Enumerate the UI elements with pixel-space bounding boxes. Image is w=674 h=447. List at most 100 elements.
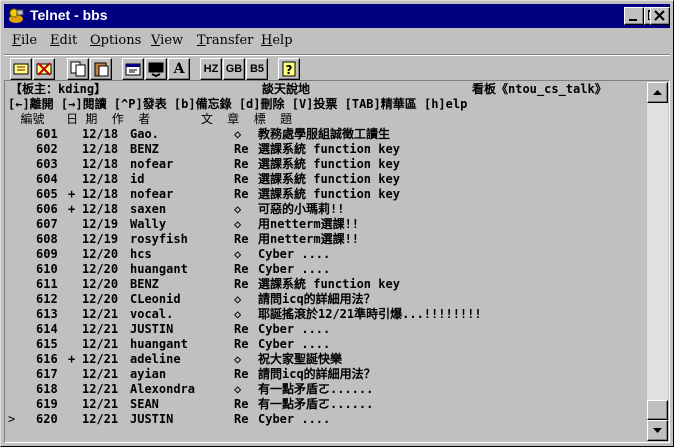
post-title: Cyber .... — [258, 412, 331, 426]
post-number: 603 — [36, 157, 58, 171]
post-row[interactable]: 614 12/21 JUSTIN Re Cyber .... — [6, 322, 646, 337]
scroll-thumb[interactable] — [647, 400, 668, 420]
post-type: Re — [234, 172, 249, 186]
post-row[interactable]: 611 12/20 BENZ Re 選課系統 function key — [6, 277, 646, 292]
post-author: BENZ — [130, 277, 159, 291]
font-button[interactable]: A — [168, 58, 190, 80]
post-row[interactable]: 605 +12/18 nofear Re 選課系統 function key — [6, 187, 646, 202]
title-bar[interactable]: Telnet - bbs — [4, 4, 670, 28]
post-row[interactable]: 607 12/19 Wally ◇ 用netterm選課!! — [6, 217, 646, 232]
connect-button[interactable] — [10, 58, 32, 80]
post-row[interactable]: 603 12/18 nofear Re 選課系統 function key — [6, 157, 646, 172]
post-number: 612 — [36, 292, 58, 306]
post-date: 12/19 — [82, 217, 119, 231]
post-author: JUSTIN — [130, 322, 174, 336]
post-mark — [68, 172, 75, 187]
post-row[interactable]: 602 12/18 BENZ Re 選課系統 function key — [6, 142, 646, 157]
menu-edit[interactable]: Edit — [50, 33, 77, 48]
paste-button[interactable] — [90, 58, 112, 80]
terminal-screen[interactable]: 【板主：kding】 談天說地 看板《ntou_cs_talk》 [←]離開 [… — [6, 82, 646, 441]
encoding-gb-button[interactable]: GB — [223, 58, 245, 80]
telnet-app-icon[interactable] — [7, 7, 25, 25]
scroll-up-button[interactable] — [647, 82, 668, 103]
post-number: 601 — [36, 127, 58, 141]
post-mark — [68, 157, 75, 172]
post-row[interactable]: 618 12/21 Alexondra ◇ 有一點矛盾ㄛ...... — [6, 382, 646, 397]
post-author: saxen — [130, 202, 167, 216]
menu-view[interactable]: View — [151, 33, 183, 48]
post-row[interactable]: 612 12/20 CLeonid ◇ 請問icq的詳細用法？ — [6, 292, 646, 307]
post-date: 12/18 — [82, 142, 119, 156]
post-type: Re — [234, 187, 249, 201]
post-number: 605 — [36, 187, 58, 201]
post-mark — [68, 322, 75, 337]
vertical-scrollbar[interactable] — [647, 82, 668, 441]
post-row[interactable]: 616 +12/21 adeline ◇ 祝大家聖誕快樂 — [6, 352, 646, 367]
menu-options[interactable]: Options — [90, 33, 141, 48]
post-title: Cyber .... — [258, 247, 331, 261]
copy-button[interactable] — [67, 58, 89, 80]
post-type: Re — [234, 337, 249, 351]
post-mark — [68, 262, 75, 277]
paste-icon — [94, 62, 109, 77]
post-author: nofear — [130, 157, 174, 171]
close-button[interactable] — [650, 7, 670, 25]
post-date: 12/18 — [82, 157, 119, 171]
post-number: 609 — [36, 247, 58, 261]
post-type: ◇ — [234, 202, 242, 216]
post-title: 請問icq的詳細用法？ — [258, 367, 376, 381]
menu-help[interactable]: Help — [261, 33, 293, 48]
post-row[interactable]: 608 12/19 rosyfish Re 用netterm選課!! — [6, 232, 646, 247]
properties-button[interactable] — [122, 58, 144, 80]
post-row[interactable]: 617 12/21 ayian Re 請問icq的詳細用法？ — [6, 367, 646, 382]
encoding-gb-label: GB — [225, 63, 243, 75]
post-number: 608 — [36, 232, 58, 246]
terminal-settings-icon — [148, 62, 164, 78]
post-title: 耶誕搖滾於12/21準時引爆...!!!!!!!! — [258, 307, 482, 321]
post-row[interactable]: >620 12/21 JUSTIN Re Cyber .... — [6, 412, 646, 427]
minimize-button[interactable] — [624, 7, 644, 25]
post-type: Re — [234, 142, 249, 156]
post-row[interactable]: 609 12/20 hcs ◇ Cyber .... — [6, 247, 646, 262]
scroll-down-button[interactable] — [647, 420, 668, 441]
menu-transfer[interactable]: Transfer — [197, 33, 253, 48]
encoding-hz-button[interactable]: HZ — [200, 58, 222, 80]
menu-file[interactable]: File — [12, 33, 37, 48]
post-title: Cyber .... — [258, 262, 331, 276]
post-title: 請問icq的詳細用法？ — [258, 292, 376, 306]
post-author: SEAN — [130, 397, 159, 411]
post-mark — [68, 277, 75, 292]
post-row[interactable]: 615 12/21 huangant Re Cyber .... — [6, 337, 646, 352]
copy-icon — [70, 61, 86, 77]
minimize-icon — [629, 19, 637, 21]
post-row[interactable]: 613 12/21 vocal. ◇ 耶誕搖滾於12/21準時引爆...!!!!!!!… — [6, 307, 646, 322]
post-title: 有一點矛盾ㄛ...... — [258, 382, 374, 396]
help-button[interactable]: ? — [278, 58, 300, 80]
post-number: 616 — [36, 352, 58, 366]
post-author: huangant — [130, 262, 188, 276]
post-number: 610 — [36, 262, 58, 276]
terminal-frame: 【板主：kding】 談天說地 看板《ntou_cs_talk》 [←]離開 [… — [4, 80, 670, 443]
post-number: 618 — [36, 382, 58, 396]
post-author: JUSTIN — [130, 412, 174, 426]
post-title: 選課系統 function key — [258, 187, 400, 201]
post-title: 可惡的小瑪莉!! — [258, 202, 345, 216]
post-date: 12/21 — [82, 412, 119, 426]
post-row[interactable]: 610 12/20 huangant Re Cyber .... — [6, 262, 646, 277]
post-row[interactable]: 619 12/21 SEAN Re 有一點矛盾ㄛ...... — [6, 397, 646, 412]
post-row[interactable]: 606 +12/18 saxen ◇ 可惡的小瑪莉!! — [6, 202, 646, 217]
connect-icon — [13, 63, 29, 75]
post-title: 有一點矛盾ㄛ...... — [258, 397, 374, 411]
disconnect-button[interactable] — [33, 58, 55, 80]
post-date: 12/18 — [82, 172, 119, 186]
post-date: 12/20 — [82, 262, 119, 276]
encoding-b5-button[interactable]: B5 — [246, 58, 268, 80]
post-row[interactable]: 604 12/18 id Re 選課系統 function key — [6, 172, 646, 187]
post-mark — [68, 127, 75, 142]
post-row[interactable]: 601 12/18 Gao. ◇ 教務處學服組誠徵工讀生 — [6, 127, 646, 142]
row-cursor: > — [8, 412, 16, 426]
post-date: 12/21 — [82, 322, 119, 336]
terminal-settings-button[interactable] — [145, 58, 167, 80]
post-number: 602 — [36, 142, 58, 156]
post-type: Re — [234, 397, 249, 411]
